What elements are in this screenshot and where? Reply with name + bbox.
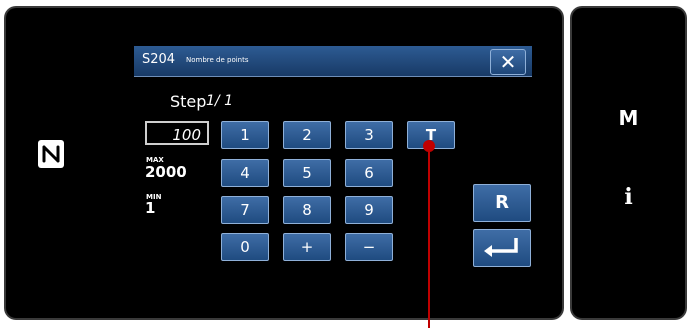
nfc-icon: [38, 140, 64, 168]
key-2[interactable]: 2: [283, 121, 331, 149]
step-value: 1/ 1: [206, 93, 233, 109]
enter-button[interactable]: [473, 229, 531, 267]
value-input-field[interactable]: 100: [145, 121, 209, 145]
callout-line: [428, 146, 430, 328]
key-0[interactable]: 0: [221, 233, 269, 261]
info-button[interactable]: i: [572, 184, 685, 210]
key-5[interactable]: 5: [283, 159, 331, 187]
mode-button[interactable]: M: [572, 106, 685, 130]
min-value: 1: [145, 199, 156, 217]
side-display-panel: [572, 8, 685, 318]
key-1[interactable]: 1: [221, 121, 269, 149]
enter-arrow-icon: [484, 238, 518, 257]
dialog-title: Nombre de points: [186, 56, 249, 64]
max-value: 2000: [145, 163, 187, 181]
close-button[interactable]: ✕: [490, 49, 526, 75]
step-label: Step: [170, 92, 207, 111]
key-4[interactable]: 4: [221, 159, 269, 187]
key-8[interactable]: 8: [283, 196, 331, 224]
dialog-header: S204 Nombre de points ✕: [134, 46, 532, 77]
reset-button[interactable]: R: [473, 184, 531, 222]
key-plus[interactable]: +: [283, 233, 331, 261]
key-minus[interactable]: −: [345, 233, 393, 261]
key-7[interactable]: 7: [221, 196, 269, 224]
dialog-code: S204: [142, 52, 176, 67]
key-6[interactable]: 6: [345, 159, 393, 187]
key-9[interactable]: 9: [345, 196, 393, 224]
key-3[interactable]: 3: [345, 121, 393, 149]
callout-dot: [423, 140, 435, 152]
